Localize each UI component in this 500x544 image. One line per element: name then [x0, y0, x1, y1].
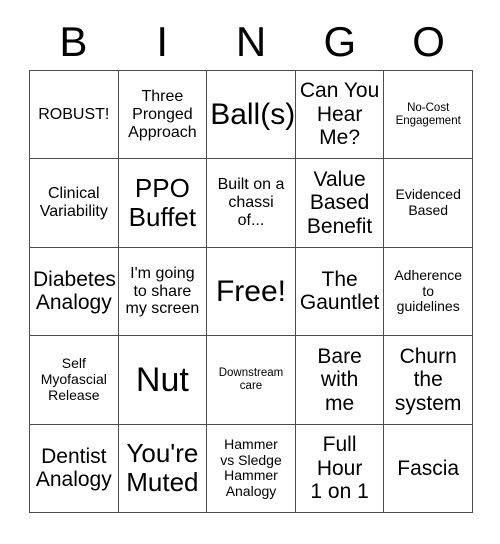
bingo-cell-n5[interactable]: Hammer vs Sledge Hammer Analogy	[207, 424, 296, 513]
bingo-cell-label: Built on a chassi of...	[217, 176, 285, 230]
bingo-cell-i4[interactable]: Nut	[118, 336, 208, 425]
bingo-cell-b5[interactable]: Dentist Analogy	[30, 424, 119, 513]
bingo-cell-label: Hammer vs Sledge Hammer Analogy	[220, 435, 282, 499]
bingo-cell-label: Self Myofascial Release	[40, 355, 107, 403]
bingo-cell-label: You're Muted	[126, 438, 199, 498]
bingo-cell-label: Fascia	[397, 456, 460, 480]
bingo-cell-o5[interactable]: Fascia	[384, 424, 473, 513]
bingo-cell-label: ROBUST!	[38, 105, 110, 123]
header-letter-i: I	[156, 18, 169, 65]
bingo-cell-i3[interactable]: I'm going to share my screen	[118, 247, 208, 337]
bingo-cell-i2[interactable]: PPO Buffet	[118, 159, 208, 248]
bingo-cell-o1[interactable]: No-Cost Engagement	[384, 71, 473, 160]
header-letter-o: O	[412, 18, 445, 65]
bingo-cell-b2[interactable]: Clinical Variability	[30, 159, 119, 248]
bingo-cell-label: Evidenced Based	[395, 186, 461, 219]
bingo-cell-g4[interactable]: Bare with me	[295, 336, 385, 425]
bingo-cell-label: Diabetes Analogy	[33, 267, 116, 315]
bingo-cell-free[interactable]: Free!	[207, 247, 296, 337]
bingo-cell-o4[interactable]: Churn the system	[384, 336, 473, 425]
bingo-cell-g1[interactable]: Can You Hear Me?	[295, 71, 385, 160]
bingo-cell-label: Ball(s)	[210, 97, 296, 131]
bingo-cell-label: Bare with me	[317, 344, 362, 415]
bingo-cell-label: Three Pronged Approach	[128, 87, 197, 141]
bingo-cell-label: Nut	[135, 360, 189, 399]
bingo-cell-label: I'm going to share my screen	[125, 264, 200, 318]
bingo-cell-g3[interactable]: The Gauntlet	[295, 247, 385, 337]
bingo-cell-label: Full Hour 1 on 1	[310, 433, 369, 504]
bingo-cell-n2[interactable]: Built on a chassi of...	[207, 159, 296, 248]
bingo-cell-b1[interactable]: ROBUST!	[30, 71, 119, 160]
bingo-cell-label: Dentist Analogy	[35, 444, 112, 492]
bingo-cell-label: No-Cost Engagement	[395, 101, 461, 127]
header-letter-b: B	[59, 18, 88, 65]
bingo-cell-label: Adherence to guidelines	[394, 266, 463, 315]
bingo-header: B I N G O	[29, 16, 473, 68]
bingo-cell-g2[interactable]: Value Based Benefit	[295, 159, 385, 248]
bingo-cell-g5[interactable]: Full Hour 1 on 1	[295, 424, 385, 513]
bingo-cell-label: Churn the system	[394, 344, 462, 415]
bingo-cell-o2[interactable]: Evidenced Based	[384, 159, 473, 248]
bingo-cell-o3[interactable]: Adherence to guidelines	[384, 247, 473, 337]
bingo-cell-label: The Gauntlet	[299, 267, 380, 315]
bingo-cell-label: Clinical Variability	[39, 185, 108, 221]
bingo-cell-i5[interactable]: You're Muted	[118, 424, 208, 513]
bingo-cell-b4[interactable]: Self Myofascial Release	[30, 336, 119, 425]
bingo-cell-label: Downstream care	[218, 367, 284, 392]
bingo-cell-label: Can You Hear Me?	[299, 79, 380, 150]
bingo-cell-n4[interactable]: Downstream care	[207, 336, 296, 425]
bingo-cell-label: PPO Buffet	[128, 172, 197, 233]
bingo-cell-b3[interactable]: Diabetes Analogy	[30, 247, 119, 337]
bingo-card: B I N G O ROBUST! Three Pronged Approach…	[0, 0, 500, 544]
bingo-cell-label: Value Based Benefit	[306, 167, 373, 238]
header-letter-g: G	[323, 18, 357, 65]
bingo-grid: ROBUST! Three Pronged Approach Ball(s) C…	[29, 70, 473, 513]
bingo-cell-n1[interactable]: Ball(s)	[207, 71, 296, 160]
bingo-cell-label: Free!	[215, 274, 286, 308]
bingo-cell-i1[interactable]: Three Pronged Approach	[118, 71, 208, 160]
header-letter-n: N	[235, 18, 267, 65]
